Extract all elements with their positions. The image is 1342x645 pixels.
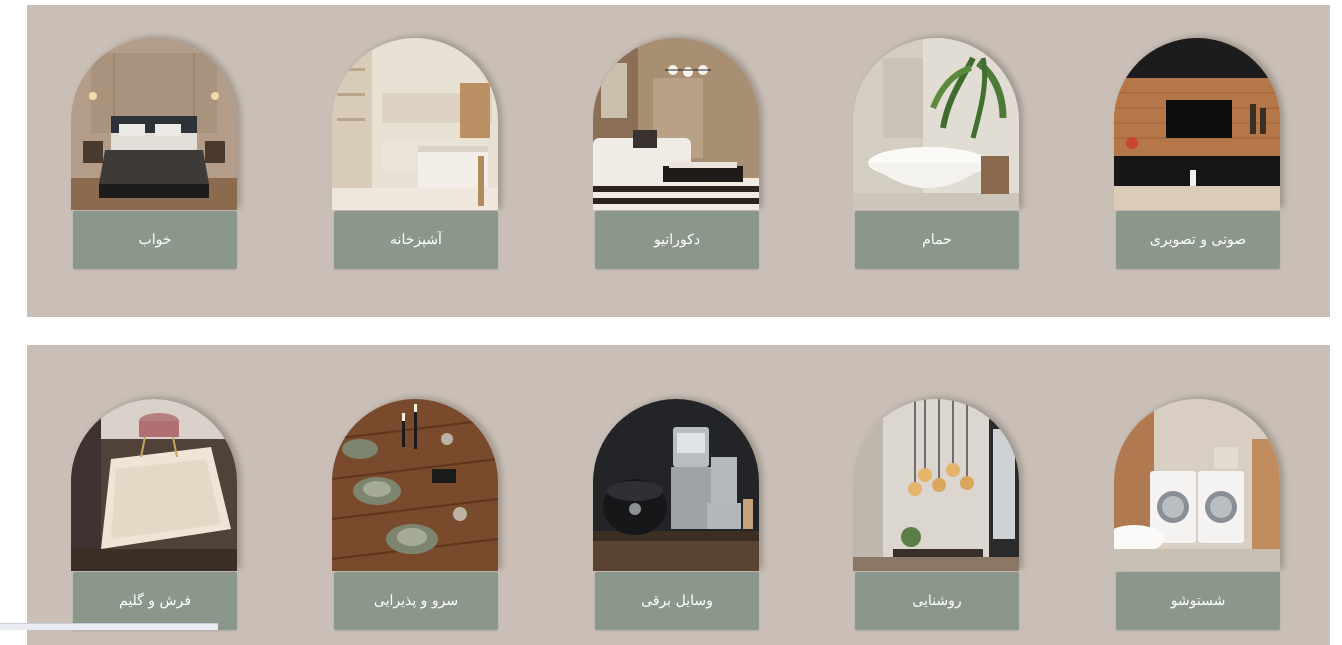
pendant-lights-image[interactable] [853,399,1019,571]
category-card-appliances[interactable]: وسایل برقی [593,399,761,630]
living-room-image[interactable] [593,38,759,210]
appliances-image[interactable] [593,399,759,571]
tv-unit-image[interactable] [1114,38,1280,210]
category-button-laundry[interactable]: شستوشو [1116,572,1280,630]
category-button-bathroom[interactable]: حمام [855,211,1019,269]
kitchen-image[interactable] [332,38,498,210]
category-panel-bottom: فرش و گلیم سرو و پذیرایی وسایل برقی روشن… [27,345,1330,645]
laundry-room-image[interactable] [1114,399,1280,571]
category-button-lighting[interactable]: روشنایی [855,572,1019,630]
category-card-bathroom[interactable]: حمام [853,38,1021,269]
category-button-rugs[interactable]: فرش و گلیم [73,572,237,630]
category-button-bedroom[interactable]: خواب [73,211,237,269]
bedroom-image[interactable] [71,38,237,210]
category-card-serving[interactable]: سرو و پذیرایی [332,399,500,630]
category-button-decorative[interactable]: دکوراتیو [595,211,759,269]
category-card-audio-video[interactable]: صوتی و تصویری [1114,38,1282,269]
category-button-kitchen[interactable]: آشپزخانه [334,211,498,269]
bottom-scrollbar-strip [0,623,218,630]
category-card-decorative[interactable]: دکوراتیو [593,38,761,269]
category-card-lighting[interactable]: روشنایی [853,399,1021,630]
category-card-bedroom[interactable]: خواب [71,38,239,269]
category-card-laundry[interactable]: شستوشو [1114,399,1282,630]
category-button-serving[interactable]: سرو و پذیرایی [334,572,498,630]
bathroom-image[interactable] [853,38,1019,210]
category-card-rugs[interactable]: فرش و گلیم [71,399,239,630]
category-panel-top: خواب آشپزخانه دکوراتیو حمام صوتی و تصویر… [27,5,1330,317]
dining-table-image[interactable] [332,399,498,571]
rug-image[interactable] [71,399,237,571]
category-button-appliances[interactable]: وسایل برقی [595,572,759,630]
category-card-kitchen[interactable]: آشپزخانه [332,38,500,269]
category-button-audio-video[interactable]: صوتی و تصویری [1116,211,1280,269]
